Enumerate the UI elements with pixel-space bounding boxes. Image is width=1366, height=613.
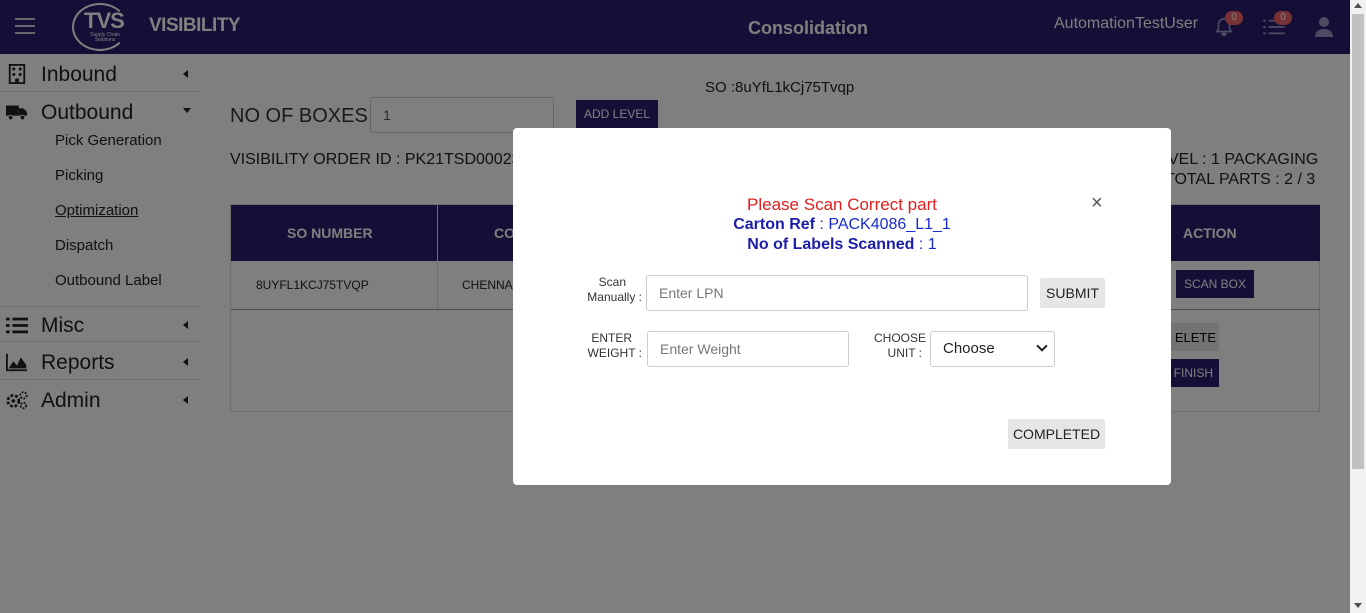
error-message: Please Scan Correct part bbox=[747, 195, 937, 214]
page-scrollbar[interactable] bbox=[1350, 0, 1366, 613]
enter-weight-label: ENTER WEIGHT : bbox=[565, 331, 642, 361]
weight-label-line2: WEIGHT : bbox=[587, 346, 642, 360]
carton-ref-value: PACK4086_L1_1 bbox=[828, 216, 951, 233]
scroll-up-icon[interactable] bbox=[1354, 3, 1362, 8]
labels-scanned: No of Labels Scanned : 1 bbox=[747, 236, 937, 253]
weight-label-line1: ENTER bbox=[591, 331, 632, 345]
unit-label-line1: CHOOSE bbox=[873, 331, 926, 345]
lpn-input[interactable] bbox=[646, 275, 1028, 311]
chevron-down-icon bbox=[1036, 340, 1048, 352]
submit-button[interactable]: SUBMIT bbox=[1040, 278, 1105, 308]
unit-select-value: Choose bbox=[943, 340, 995, 357]
labels-scanned-label: No of Labels Scanned bbox=[747, 236, 915, 253]
weight-input[interactable] bbox=[647, 331, 849, 367]
scan-manually-label: Scan Manually : bbox=[565, 275, 642, 305]
completed-button[interactable]: COMPLETED bbox=[1008, 419, 1105, 449]
carton-ref: Carton Ref : PACK4086_L1_1 bbox=[733, 216, 951, 233]
scan-label-line2: Manually : bbox=[587, 290, 642, 304]
choose-unit-label: CHOOSE UNIT : bbox=[863, 331, 926, 361]
scan-modal: × Please Scan Correct part Carton Ref : … bbox=[513, 128, 1171, 485]
carton-ref-label: Carton Ref bbox=[733, 216, 815, 233]
scroll-thumb[interactable] bbox=[1352, 14, 1364, 469]
labels-scanned-value: 1 bbox=[927, 236, 937, 253]
scroll-down-icon[interactable] bbox=[1354, 603, 1362, 608]
unit-label-line2: UNIT : bbox=[887, 346, 922, 360]
scan-label-line1: Scan bbox=[598, 275, 626, 289]
unit-select[interactable]: Choose bbox=[930, 331, 1055, 367]
